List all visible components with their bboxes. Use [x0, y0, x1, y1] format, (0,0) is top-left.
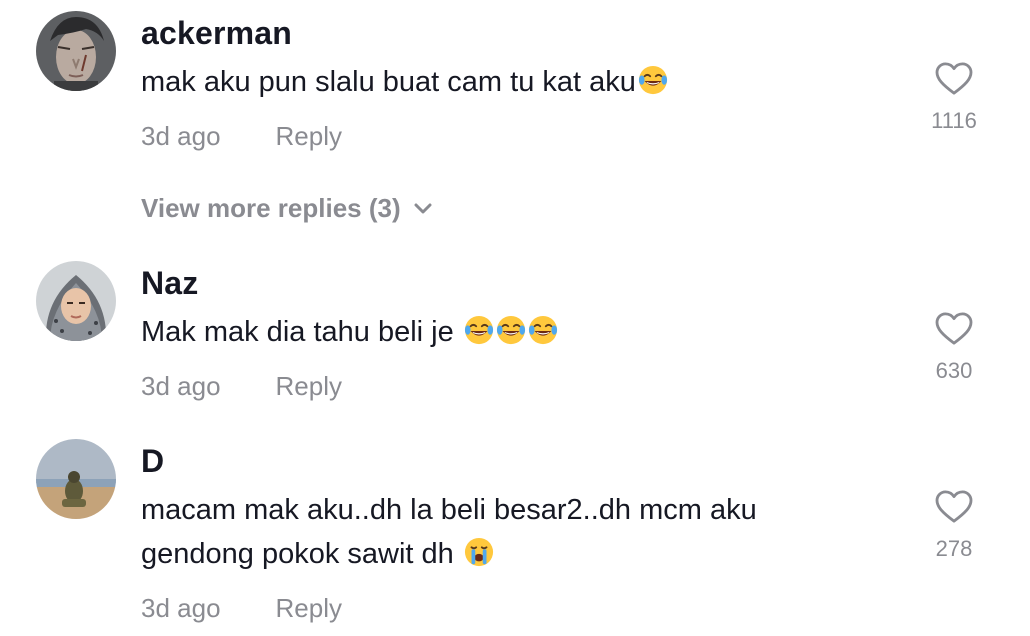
- chevron-down-icon: [414, 203, 432, 214]
- comment-time: 3d ago: [141, 121, 221, 151]
- like-count: 278: [935, 536, 973, 561]
- comment-meta: 3d ago Reply: [141, 371, 342, 402]
- heart-outline-icon[interactable]: [935, 490, 973, 524]
- comment-text-content: mak aku pun slalu buat cam tu kat aku: [141, 66, 636, 98]
- reply-button[interactable]: Reply: [276, 121, 342, 151]
- like-control: 630: [926, 312, 982, 384]
- comment-meta: 3d ago Reply: [141, 593, 342, 624]
- reply-button[interactable]: Reply: [276, 371, 342, 401]
- sob-emoji: [464, 537, 494, 567]
- like-count: 1116: [931, 108, 977, 133]
- joy-emoji: [638, 65, 668, 95]
- like-count: 630: [935, 358, 973, 383]
- comment-text-line2: gendong pokok sawit dh: [141, 532, 494, 576]
- reply-button[interactable]: Reply: [276, 593, 342, 623]
- heart-outline-icon[interactable]: [935, 312, 973, 346]
- comment-time: 3d ago: [141, 371, 221, 401]
- comment-text: mak aku pun slalu buat cam tu kat aku: [141, 60, 668, 104]
- avatar[interactable]: [36, 261, 116, 341]
- comment-time: 3d ago: [141, 593, 221, 623]
- comment-text: Mak mak dia tahu beli je: [141, 310, 558, 354]
- comment-text: macam mak aku..dh la beli besar2..dh mcm…: [141, 488, 757, 532]
- comment-username[interactable]: D: [141, 443, 164, 480]
- joy-emoji: [496, 315, 526, 345]
- like-control: 278: [926, 490, 982, 562]
- comment-username[interactable]: Naz: [141, 265, 199, 302]
- joy-emoji: [464, 315, 494, 345]
- comment-text-content: gendong pokok sawit dh: [141, 538, 462, 570]
- comment-text-content: Mak mak dia tahu beli je: [141, 316, 462, 348]
- view-more-replies-button[interactable]: View more replies (3): [141, 193, 433, 224]
- comment-text-content: macam mak aku..dh la beli besar2..dh mcm…: [141, 494, 757, 526]
- like-control: 1116: [926, 62, 982, 134]
- comment-meta: 3d ago Reply: [141, 121, 342, 152]
- view-more-label: View more replies (3): [141, 193, 401, 223]
- joy-emoji: [528, 315, 558, 345]
- heart-outline-icon[interactable]: [935, 62, 973, 96]
- avatar[interactable]: [36, 11, 116, 91]
- comment-username[interactable]: ackerman: [141, 15, 292, 52]
- avatar[interactable]: [36, 439, 116, 519]
